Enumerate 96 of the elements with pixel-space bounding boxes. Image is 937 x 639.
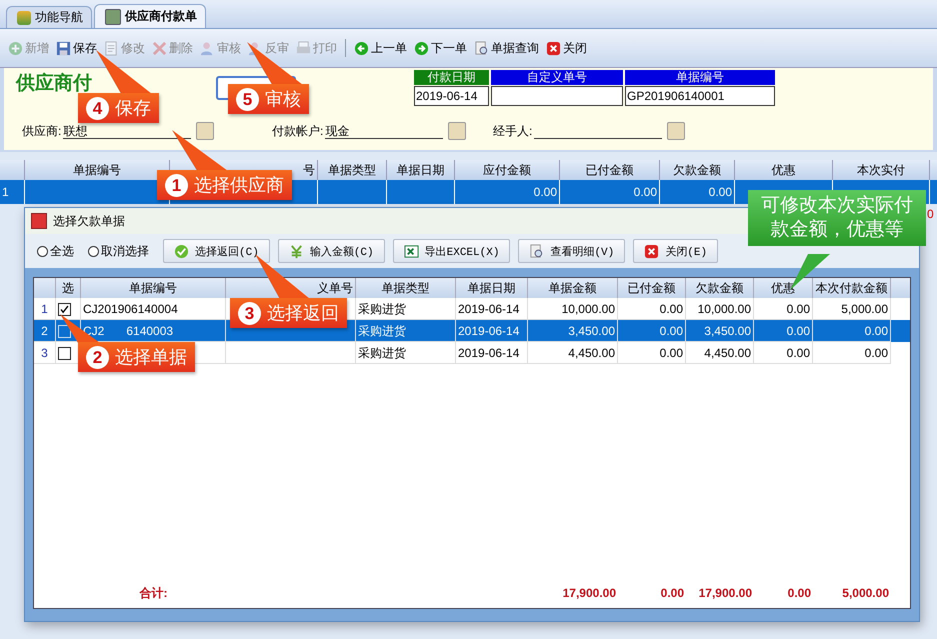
table-cell: 0.00 xyxy=(455,180,560,204)
lookup-icon[interactable] xyxy=(667,122,686,140)
column-header: 本次付款金额 xyxy=(813,278,891,298)
close-icon xyxy=(546,40,561,56)
step-number: 5 xyxy=(236,88,259,110)
checkbox[interactable] xyxy=(58,303,71,316)
column-header: 欠款金额 xyxy=(686,278,754,298)
toolbar-button[interactable]: 上一单 xyxy=(352,40,409,56)
table-cell: 0.00 xyxy=(660,180,735,204)
field-label: 付款日期 xyxy=(414,70,489,85)
checkmark-icon xyxy=(59,304,70,316)
printer-icon xyxy=(296,40,311,56)
table-cell: 2019-06-14 xyxy=(456,342,528,364)
step-number: 2 xyxy=(86,346,109,368)
input-field[interactable] xyxy=(491,86,623,106)
spreadsheet-icon xyxy=(404,244,419,258)
column-header: 单据编号 xyxy=(81,278,226,298)
table-cell: 3,450.00 xyxy=(686,320,754,342)
total-value: 17,900.00 xyxy=(698,586,753,600)
toolbar-button[interactable]: 关闭 xyxy=(544,40,589,56)
table-cell: 4,450.00 xyxy=(686,342,754,364)
input-field[interactable]: GP201906140001 xyxy=(625,86,775,106)
field-label: 自定义单号 xyxy=(491,70,623,85)
radio-label[interactable]: 全选 xyxy=(50,242,74,260)
dialog-button[interactable]: 选择返回(C) xyxy=(163,239,270,263)
table-cell: 4,450.00 xyxy=(528,342,618,364)
table-cell: 采购进货 xyxy=(356,320,456,342)
table-cell: 0 xyxy=(927,207,934,221)
callout-label: 审核 xyxy=(265,88,301,111)
field-label: 经手人: xyxy=(493,122,532,140)
cell-text: 6140003 xyxy=(126,324,174,338)
check-icon xyxy=(174,244,189,258)
callout-pointer xyxy=(247,42,303,85)
radio-button[interactable] xyxy=(88,246,99,256)
total-label: 合计: xyxy=(138,584,168,602)
yen-icon xyxy=(288,244,304,258)
dialog-button[interactable]: 查看明细(V) xyxy=(518,239,626,263)
table-cell: 0.00 xyxy=(618,320,686,342)
search-icon xyxy=(529,244,544,258)
lookup-icon[interactable] xyxy=(196,122,214,140)
field-label: 付款帐户: xyxy=(272,122,324,140)
tab[interactable]: 功能导航 xyxy=(6,6,92,28)
app-icon xyxy=(31,213,47,229)
tab[interactable]: 供应商付款单 xyxy=(94,4,206,28)
checkbox[interactable] xyxy=(58,347,71,360)
table-cell: 0.00 xyxy=(618,342,686,364)
callout-label: 保存 xyxy=(115,97,151,120)
dialog-button[interactable]: 关闭(E) xyxy=(633,239,718,263)
table-cell: 0.00 xyxy=(813,342,891,364)
column-header: 已付金额 xyxy=(618,278,686,298)
row-number[interactable]: 3 xyxy=(34,342,56,364)
column-header: 单据类型 xyxy=(356,278,456,298)
input-field[interactable]: 2019-06-14 xyxy=(414,86,489,106)
column-header: 选 xyxy=(56,278,81,298)
total-value: 0.00 xyxy=(786,586,812,600)
callout-label: 选择返回 xyxy=(267,302,339,325)
dialog-button[interactable]: 导出EXCEL(X) xyxy=(392,239,510,263)
table-cell: 0.00 xyxy=(813,320,891,342)
table-cell: 3,450.00 xyxy=(528,320,618,342)
radio-button[interactable] xyxy=(37,246,48,256)
total-value: 17,900.00 xyxy=(562,586,617,600)
row-number[interactable]: 2 xyxy=(34,320,56,342)
window-icon xyxy=(105,8,121,24)
document-icon xyxy=(104,40,119,56)
table-cell: 0.00 xyxy=(560,180,660,204)
table-cell: 采购进货 xyxy=(356,342,456,364)
form-title: 供应商付 xyxy=(16,72,93,94)
table-cell: 0.00 xyxy=(754,342,813,364)
callout-pointer xyxy=(255,254,310,299)
plus-icon xyxy=(8,40,23,56)
column-header: 单据日期 xyxy=(456,278,528,298)
step-number: 3 xyxy=(238,302,261,324)
search-icon xyxy=(474,40,489,56)
table-cell: 2019-06-14 xyxy=(456,320,528,342)
step-number: 1 xyxy=(165,174,188,196)
toolbar-button[interactable]: 保存 xyxy=(54,40,99,56)
user-icon xyxy=(200,40,215,56)
row-number[interactable]: 1 xyxy=(0,180,25,204)
field-label: 供应商: xyxy=(22,122,62,140)
dialog-title: 选择欠款单据 xyxy=(53,212,125,230)
toolbar-button[interactable]: 单据查询 xyxy=(472,40,541,56)
total-value: 0.00 xyxy=(660,586,685,600)
callout-pointer xyxy=(172,130,228,171)
radio-label[interactable]: 取消选择 xyxy=(101,242,149,260)
step-number: 4 xyxy=(86,96,109,120)
field-label: 单据编号 xyxy=(625,70,775,85)
total-value: 5,000.00 xyxy=(841,586,890,600)
input-field[interactable]: 现金 xyxy=(325,123,444,139)
callout-label: 可修改本次实际付款金额，优惠等 xyxy=(760,194,914,242)
column-header: 单据金额 xyxy=(528,278,618,298)
table-cell: 0.00 xyxy=(754,320,813,342)
toolbar-button[interactable]: 下一单 xyxy=(412,40,469,56)
close-icon xyxy=(644,244,660,258)
callout-label: 选择单据 xyxy=(115,346,187,369)
cross-icon xyxy=(152,40,167,56)
lookup-icon[interactable] xyxy=(448,122,466,140)
